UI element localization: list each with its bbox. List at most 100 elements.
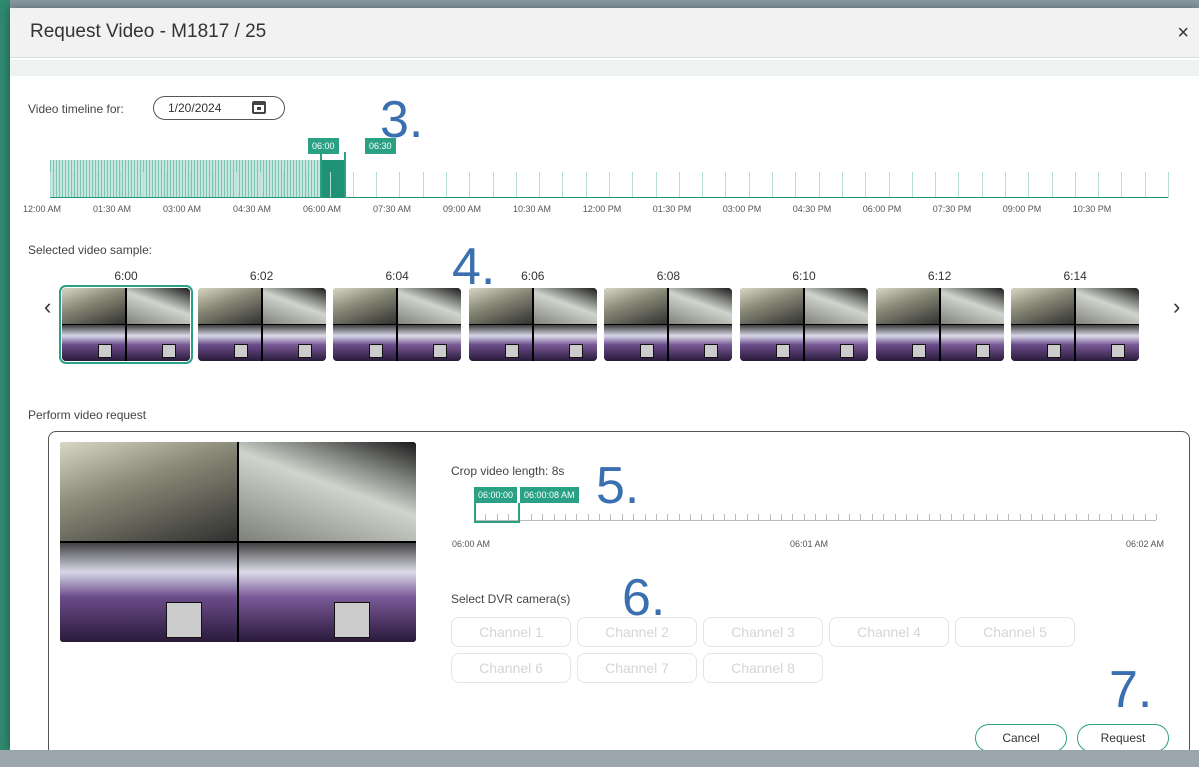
- crop-tick: [1110, 514, 1112, 520]
- cancel-button[interactable]: Cancel: [975, 724, 1067, 750]
- timeline-end-flag: 06:30: [365, 138, 396, 154]
- timeline-tick: [609, 172, 610, 198]
- timeline-tick-label: 10:30 AM: [512, 204, 552, 214]
- sample-time-label: 6:06: [521, 269, 545, 283]
- timeline-tick: [119, 172, 121, 198]
- timeline-tick: [585, 172, 587, 198]
- thumb-channel: [397, 324, 462, 361]
- timeline-tick-label: 01:30 AM: [92, 204, 132, 214]
- timeline-tick-label: 01:30 PM: [652, 204, 692, 214]
- channel-button-1[interactable]: Channel 1: [451, 617, 571, 647]
- close-button[interactable]: ×: [1177, 22, 1189, 45]
- request-button[interactable]: Request: [1077, 724, 1169, 750]
- timeline-tick: [492, 172, 494, 198]
- thumb-channel: [740, 288, 804, 325]
- timeline-tick: [678, 172, 680, 198]
- step-number-4: 4.: [452, 238, 496, 296]
- video-sample-thumbnail[interactable]: [197, 288, 326, 361]
- carousel-next-button[interactable]: ›: [1173, 294, 1180, 320]
- timeline-tick: [1121, 172, 1123, 198]
- timeline-tick-label: 03:00 AM: [162, 204, 202, 214]
- timeline-tick: [1144, 172, 1146, 198]
- preview-channel-1: [60, 442, 238, 542]
- timeline-tick: [632, 172, 634, 198]
- crop-tick: [678, 514, 680, 520]
- timeline-tick: [958, 172, 960, 198]
- crop-track[interactable]: [474, 501, 1157, 521]
- crop-tick-label: 06:01 AM: [790, 539, 829, 549]
- channel-button-3[interactable]: Channel 3: [703, 617, 823, 647]
- timeline-tick-label: 09:00 PM: [1002, 204, 1042, 214]
- calendar-icon[interactable]: [252, 101, 266, 114]
- crop-selection[interactable]: [474, 503, 520, 523]
- privacy-mask: [568, 344, 583, 358]
- privacy-mask: [504, 344, 519, 358]
- date-field[interactable]: 1/20/2024: [153, 96, 285, 120]
- channel-button-7[interactable]: Channel 7: [577, 653, 697, 683]
- video-sample-thumbnail[interactable]: [1011, 288, 1140, 361]
- timeline-end-marker[interactable]: [344, 152, 346, 198]
- timeline-tick-label: 07:30 AM: [372, 204, 412, 214]
- timeline-start-flag: 06:00: [308, 138, 339, 154]
- thumb-channel: [604, 288, 669, 325]
- thumb-divider: [875, 324, 1004, 325]
- channel-button-4[interactable]: Channel 4: [829, 617, 949, 647]
- timeline-tick: [981, 172, 983, 198]
- video-sample-thumbnail[interactable]: [59, 285, 193, 364]
- crop-tick: [564, 514, 566, 520]
- crop-tick: [746, 514, 748, 520]
- thumb-channel: [804, 288, 868, 325]
- timeline-tick: [818, 172, 820, 198]
- video-sample-thumbnail[interactable]: [604, 288, 733, 361]
- timeline-selected-range[interactable]: [321, 160, 345, 198]
- thumb-channel: [126, 288, 190, 325]
- channel-button-8[interactable]: Channel 8: [703, 653, 823, 683]
- channel-button-6[interactable]: Channel 6: [451, 653, 571, 683]
- timeline-tick: [1098, 172, 1100, 198]
- timeline-tick-label: 06:00 AM: [302, 204, 342, 214]
- crop-tick: [712, 514, 714, 520]
- crop-tick: [974, 514, 976, 520]
- timeline-tick: [539, 172, 541, 198]
- thumb-channel: [261, 324, 326, 361]
- crop-tick: [917, 514, 919, 520]
- video-sample-thumbnail[interactable]: [333, 288, 462, 361]
- crop-tick: [1042, 514, 1044, 520]
- privacy-mask: [98, 344, 112, 358]
- crop-tick: [644, 514, 646, 520]
- crop-tick: [928, 514, 930, 520]
- thumb-channel: [939, 288, 1004, 325]
- timeline-tick-label: 04:30 PM: [792, 204, 832, 214]
- timeline-tick-label: 10:30 PM: [1072, 204, 1112, 214]
- video-sample-thumbnail[interactable]: [468, 288, 597, 361]
- channel-button-2[interactable]: Channel 2: [577, 617, 697, 647]
- request-video-modal: Request Video - M1817 / 25 × Video timel…: [10, 8, 1199, 750]
- preview-channel-4: [238, 542, 416, 642]
- timeline-tick-label: 12:00 PM: [582, 204, 622, 214]
- crop-tick: [599, 514, 601, 520]
- video-timeline[interactable]: [50, 160, 1169, 198]
- samples-label: Selected video sample:: [28, 243, 153, 257]
- carousel-prev-button[interactable]: ‹: [44, 294, 51, 320]
- privacy-mask: [297, 344, 312, 358]
- crop-tick: [871, 514, 873, 520]
- thumb-divider: [197, 324, 326, 325]
- crop-tick: [860, 514, 862, 520]
- crop-tick: [803, 514, 805, 520]
- crop-length-label: Crop video length: 8s: [451, 464, 565, 478]
- privacy-mask: [166, 602, 202, 638]
- timeline-start-marker[interactable]: [320, 152, 322, 198]
- channel-button-5[interactable]: Channel 5: [955, 617, 1075, 647]
- thumb-channel: [604, 324, 669, 361]
- timeline-tick: [73, 172, 75, 198]
- privacy-mask: [640, 344, 655, 358]
- timeline-tick: [515, 172, 517, 198]
- video-sample-thumbnail[interactable]: [740, 288, 868, 361]
- thumb-divider: [740, 324, 868, 325]
- crop-tick: [735, 514, 737, 520]
- thumb-channel: [1075, 324, 1140, 361]
- crop-tick: [769, 514, 771, 520]
- crop-tick: [530, 514, 532, 520]
- video-sample-thumbnail[interactable]: [875, 288, 1004, 361]
- sample-time-label: 6:02: [249, 269, 274, 283]
